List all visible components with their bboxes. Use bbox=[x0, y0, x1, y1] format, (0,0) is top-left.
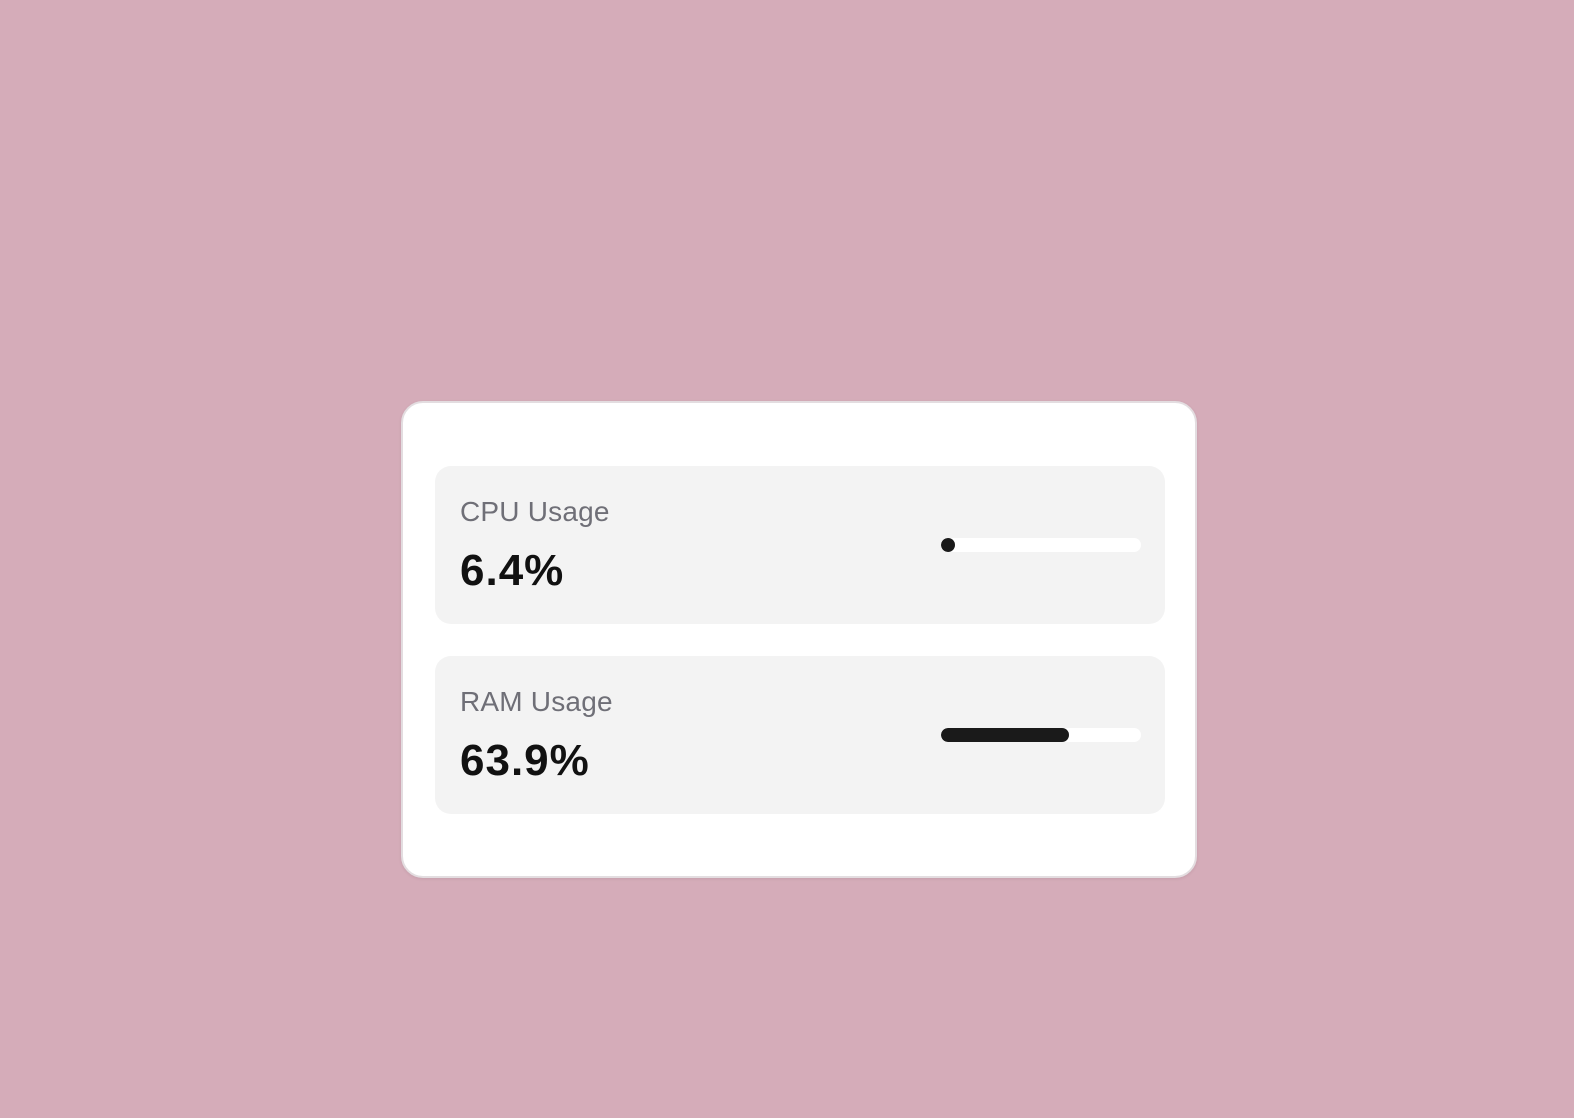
cpu-usage-label: CPU Usage bbox=[460, 496, 610, 527]
ram-usage-bar-fill bbox=[941, 728, 1069, 742]
ram-usage-bar bbox=[941, 728, 1141, 742]
cpu-usage-tile: CPU Usage 6.4% bbox=[435, 466, 1165, 624]
ram-usage-tile: RAM Usage 63.9% bbox=[435, 656, 1165, 814]
cpu-usage-bar bbox=[941, 538, 1141, 552]
ram-usage-label: RAM Usage bbox=[460, 686, 613, 717]
ram-usage-value: 63.9% bbox=[460, 736, 590, 785]
system-usage-card: CPU Usage 6.4% RAM Usage 63.9% bbox=[401, 401, 1197, 878]
cpu-usage-bar-fill bbox=[941, 538, 955, 552]
cpu-usage-value: 6.4% bbox=[460, 546, 565, 595]
